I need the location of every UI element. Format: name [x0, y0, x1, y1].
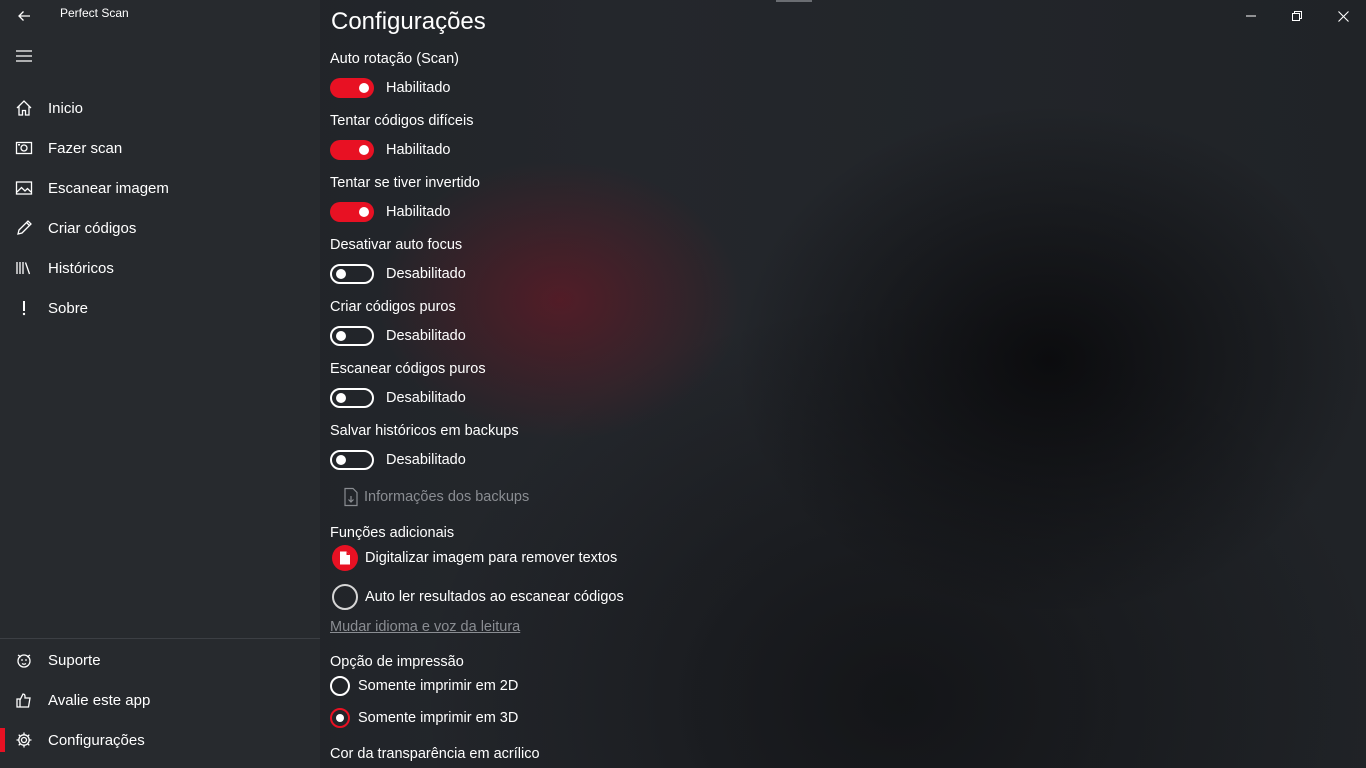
- toggle-switch[interactable]: [330, 264, 374, 284]
- setting-label-backups: Salvar históricos em backups: [330, 423, 519, 439]
- radio-print-2d[interactable]: Somente imprimir em 2D: [330, 676, 518, 696]
- close-icon: [1337, 10, 1349, 22]
- back-button[interactable]: [8, 2, 40, 30]
- hamburger-menu-button[interactable]: [8, 42, 40, 70]
- toggle-switch[interactable]: [330, 450, 374, 470]
- document-export-icon: [340, 486, 362, 508]
- option-remover-textos[interactable]: Digitalizar imagem para remover textos: [332, 545, 617, 571]
- toggle-switch[interactable]: [330, 140, 374, 160]
- toggle-knob: [336, 455, 346, 465]
- backup-info-button[interactable]: Informações dos backups: [340, 486, 529, 508]
- title-bar: Perfect Scan: [0, 0, 320, 32]
- pencil-icon: [0, 208, 48, 248]
- option-label: Digitalizar imagem para remover textos: [365, 550, 618, 566]
- radio-button[interactable]: [330, 708, 350, 728]
- print-option-title: Opção de impressão: [330, 654, 464, 670]
- toggle-knob: [336, 331, 346, 341]
- empty-circle-icon: [332, 584, 358, 610]
- nav-item-escanear-imagem[interactable]: Escanear imagem: [0, 168, 320, 208]
- restore-icon: [1292, 11, 1302, 21]
- toggle-auto-rotacao[interactable]: Habilitado: [330, 77, 451, 99]
- radio-button[interactable]: [330, 676, 350, 696]
- change-language-link[interactable]: Mudar idioma e voz da leitura: [330, 619, 520, 635]
- setting-label-auto-focus: Desativar auto focus: [330, 237, 463, 253]
- minimize-icon: [1246, 15, 1256, 17]
- file-icon: [332, 545, 358, 571]
- exclamation-icon: [0, 288, 48, 328]
- nav-item-label: Inicio: [48, 99, 84, 117]
- support-icon: [0, 640, 48, 680]
- setting-label-criar-puros: Criar códigos puros: [330, 299, 456, 315]
- nav-item-label: Suporte: [48, 651, 101, 669]
- toggle-escanear-puros[interactable]: Desabilitado: [330, 387, 466, 409]
- setting-label-codigos-dificeis: Tentar códigos difíceis: [330, 113, 474, 129]
- toggle-state-label: Habilitado: [386, 142, 451, 158]
- like-icon: [0, 680, 48, 720]
- radio-label: Somente imprimir em 3D: [358, 710, 519, 726]
- nav-item-avalie[interactable]: Avalie este app: [0, 680, 320, 720]
- page-title: Configurações: [331, 8, 486, 35]
- nav-item-fazer-scan[interactable]: Fazer scan: [0, 128, 320, 168]
- nav-item-label: Avalie este app: [48, 691, 151, 709]
- nav-item-label: Fazer scan: [48, 139, 123, 157]
- radio-print-3d[interactable]: Somente imprimir em 3D: [330, 708, 518, 728]
- radio-label: Somente imprimir em 2D: [358, 678, 519, 694]
- toggle-state-label: Habilitado: [386, 80, 451, 96]
- nav-item-criar-codigos[interactable]: Criar códigos: [0, 208, 320, 248]
- toggle-knob: [336, 269, 346, 279]
- camera-icon: [0, 128, 48, 168]
- toggle-invertido[interactable]: Habilitado: [330, 201, 451, 223]
- toggle-criar-puros[interactable]: Desabilitado: [330, 325, 466, 347]
- library-icon: [0, 248, 48, 288]
- toggle-switch[interactable]: [330, 202, 374, 222]
- nav-item-label: Escanear imagem: [48, 179, 169, 197]
- home-icon: [0, 88, 48, 128]
- toggle-knob: [336, 393, 346, 403]
- nav-divider: [0, 638, 320, 639]
- setting-label-auto-rotacao: Auto rotação (Scan): [330, 51, 459, 67]
- settings-page: Configurações Auto rotação (Scan) Habili…: [330, 0, 1030, 768]
- nav-item-label: Históricos: [48, 259, 114, 277]
- toggle-switch[interactable]: [330, 326, 374, 346]
- gear-icon: [0, 720, 48, 760]
- restore-button[interactable]: [1274, 0, 1320, 32]
- navigation-pane: Perfect Scan Inicio Fazer scan Escanear …: [0, 0, 320, 768]
- image-icon: [0, 168, 48, 208]
- nav-item-label: Criar códigos: [48, 219, 137, 237]
- toggle-codigos-dificeis[interactable]: Habilitado: [330, 139, 451, 161]
- nav-item-historicos[interactable]: Históricos: [0, 248, 320, 288]
- toggle-state-label: Desabilitado: [386, 390, 466, 406]
- toggle-knob: [359, 145, 369, 155]
- nav-item-sobre[interactable]: Sobre: [0, 288, 320, 328]
- toggle-knob: [359, 83, 369, 93]
- nav-item-label: Sobre: [48, 299, 89, 317]
- app-title: Perfect Scan: [60, 6, 129, 20]
- toggle-state-label: Desabilitado: [386, 452, 466, 468]
- nav-item-label: Configurações: [48, 731, 145, 749]
- acrylic-color-title: Cor da transparência em acrílico: [330, 746, 540, 762]
- setting-label-escanear-puros: Escanear códigos puros: [330, 361, 486, 377]
- extra-functions-title: Funções adicionais: [330, 525, 455, 541]
- back-arrow-icon: [18, 11, 30, 21]
- toggle-state-label: Desabilitado: [386, 266, 466, 282]
- option-auto-ler[interactable]: Auto ler resultados ao escanear códigos: [332, 584, 624, 610]
- toggle-switch[interactable]: [330, 78, 374, 98]
- backup-info-label: Informações dos backups: [364, 489, 530, 505]
- nav-item-configuracoes[interactable]: Configurações: [0, 720, 320, 760]
- toggle-backups[interactable]: Desabilitado: [330, 449, 466, 471]
- close-button[interactable]: [1320, 0, 1366, 32]
- toggle-auto-focus[interactable]: Desabilitado: [330, 263, 466, 285]
- toggle-state-label: Desabilitado: [386, 328, 466, 344]
- toggle-state-label: Habilitado: [386, 204, 451, 220]
- toggle-knob: [359, 207, 369, 217]
- hamburger-icon: [16, 50, 32, 62]
- nav-item-suporte[interactable]: Suporte: [0, 640, 320, 680]
- nav-item-inicio[interactable]: Inicio: [0, 88, 320, 128]
- setting-label-invertido: Tentar se tiver invertido: [330, 175, 480, 191]
- toggle-switch[interactable]: [330, 388, 374, 408]
- option-label: Auto ler resultados ao escanear códigos: [365, 589, 624, 605]
- minimize-button[interactable]: [1228, 0, 1274, 32]
